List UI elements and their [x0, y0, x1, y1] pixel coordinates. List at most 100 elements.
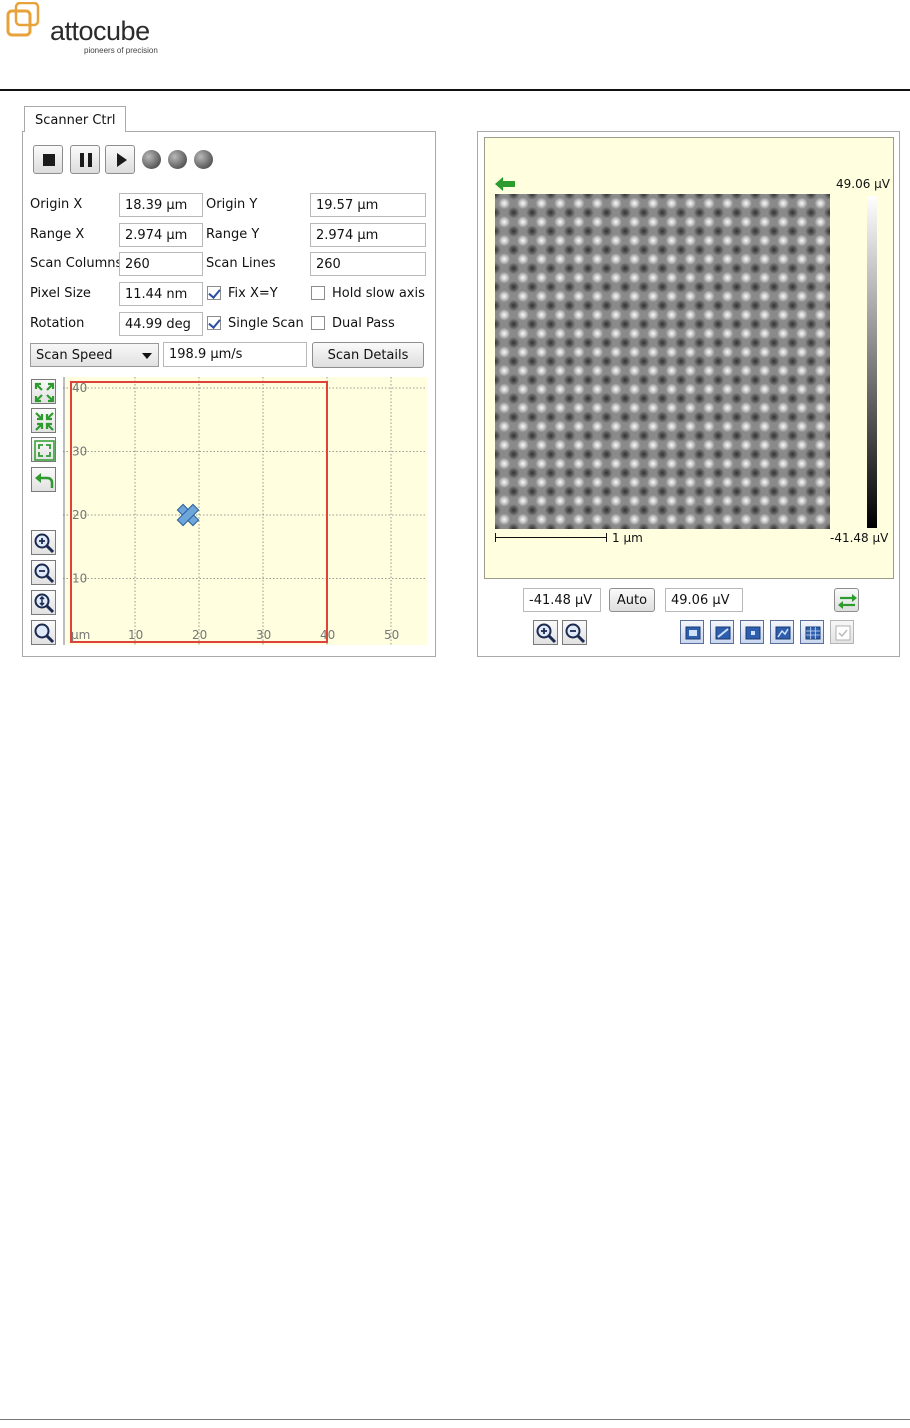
zoom-in-button[interactable] [31, 530, 56, 555]
slope-view-icon [715, 626, 731, 640]
view-mode-slope-button[interactable] [710, 620, 734, 644]
x-tick-label: 50 [384, 628, 399, 642]
x-tick-label: 30 [256, 628, 271, 642]
single-scan-label: Single Scan [228, 316, 304, 331]
swap-direction-button[interactable] [834, 588, 859, 612]
frame-view-icon [685, 626, 701, 640]
magnifier-icon [34, 623, 55, 644]
undo-button[interactable] [31, 467, 56, 492]
colorbar-min-label: -41.48 µV [830, 531, 889, 545]
brand-name: attocube [50, 16, 150, 46]
origin-x-input[interactable]: 18.39 µm [119, 193, 203, 217]
pause-button[interactable] [70, 145, 100, 174]
x-tick-label: 10 [128, 628, 143, 642]
x-tick-label: 20 [192, 628, 207, 642]
y-tick-label: 30 [72, 445, 87, 459]
rotation-input[interactable]: 44.99 deg [119, 312, 203, 336]
zoom-in-icon [34, 533, 55, 554]
brand-tagline: pioneers of precision [84, 46, 158, 55]
colorbar-max-label: 49.06 µV [836, 177, 891, 191]
plot-background [63, 377, 427, 645]
scale-bar [495, 533, 607, 542]
scan-area-plot[interactable]: µm 10 20 30 40 50 10 20 30 40 [63, 377, 427, 645]
scan-columns-input[interactable]: 260 [119, 252, 203, 276]
profile-view-icon [775, 626, 791, 640]
fit-frame-icon [34, 440, 55, 461]
pixel-size-label: Pixel Size [30, 286, 91, 301]
header-divider [0, 89, 910, 91]
view-mode-profile-button[interactable] [770, 620, 794, 644]
view-mode-frame-button[interactable] [680, 620, 704, 644]
tab-scanner-ctrl[interactable]: Scanner Ctrl [24, 106, 126, 132]
plot-unit-label: µm [71, 628, 90, 642]
origin-y-input[interactable]: 19.57 µm [310, 193, 426, 217]
expand-view-button[interactable] [31, 379, 56, 404]
range-x-input[interactable]: 2.974 µm [119, 223, 203, 247]
origin-y-label: Origin Y [206, 197, 258, 212]
single-scan-checkbox[interactable] [207, 316, 221, 330]
footer-divider [0, 1419, 910, 1420]
status-led-3 [194, 150, 213, 169]
y-tick-label: 40 [72, 381, 87, 395]
hold-slow-axis-label: Hold slow axis [332, 286, 425, 301]
range-y-input[interactable]: 2.974 µm [310, 223, 426, 247]
scan-lines-label: Scan Lines [206, 256, 276, 271]
range-min-input[interactable]: -41.48 µV [523, 588, 601, 612]
hold-slow-axis-checkbox[interactable] [311, 286, 325, 300]
fix-xy-checkbox[interactable] [207, 286, 221, 300]
zoom-in-icon [536, 623, 557, 644]
play-button[interactable] [105, 145, 135, 174]
zoom-out-icon [565, 623, 586, 644]
scan-details-button[interactable]: Scan Details [312, 342, 424, 368]
fix-xy-label: Fix X=Y [228, 286, 278, 301]
grid-view-icon [805, 626, 821, 640]
swap-arrows-icon [838, 594, 857, 609]
colorbar [867, 196, 877, 528]
stop-button[interactable] [33, 145, 63, 174]
scan-speed-dropdown[interactable]: Scan Speed [30, 343, 159, 367]
y-tick-label: 10 [72, 572, 87, 586]
collapse-arrows-icon [35, 412, 54, 431]
stop-icon [43, 154, 55, 166]
range-max-input[interactable]: 49.06 µV [665, 588, 743, 612]
zoom-fit-button[interactable] [31, 590, 56, 615]
scan-direction-arrow-icon [495, 177, 515, 191]
view-mode-center-button[interactable] [740, 620, 764, 644]
fit-view-button[interactable] [31, 437, 56, 462]
check-icon [835, 625, 851, 641]
undo-arrow-icon [35, 473, 54, 488]
scan-columns-label: Scan Columns [30, 256, 123, 271]
view-mode-grid-button[interactable] [800, 620, 824, 644]
expand-arrows-icon [34, 382, 55, 403]
dual-pass-label: Dual Pass [332, 316, 395, 331]
image-zoom-in-button[interactable] [533, 620, 558, 645]
status-led-1 [142, 150, 161, 169]
collapse-view-button[interactable] [31, 408, 56, 433]
chevron-down-icon [142, 353, 152, 359]
range-x-label: Range X [30, 227, 85, 242]
scan-lines-input[interactable]: 260 [310, 252, 426, 276]
x-tick-label: 40 [320, 628, 335, 642]
image-zoom-out-button[interactable] [562, 620, 587, 645]
apply-checkbox-button[interactable] [830, 620, 854, 644]
scan-speed-input[interactable]: 198.9 µm/s [163, 342, 307, 367]
status-led-2 [168, 150, 187, 169]
y-tick-label: 20 [72, 508, 87, 522]
rotation-label: Rotation [30, 316, 85, 331]
attocube-logo: attocube pioneers of precision [6, 2, 196, 62]
play-icon [117, 153, 127, 167]
pause-icon [80, 153, 92, 167]
zoom-out-button[interactable] [31, 560, 56, 585]
scale-bar-label: 1 µm [612, 531, 643, 545]
center-view-icon [745, 626, 761, 640]
range-y-label: Range Y [206, 227, 260, 242]
scan-image[interactable] [495, 194, 830, 529]
pixel-size-input[interactable]: 11.44 nm [119, 282, 203, 306]
logo-mark-icon [6, 2, 40, 37]
zoom-reset-button[interactable] [31, 620, 56, 645]
zoom-out-icon [34, 563, 55, 584]
auto-range-button[interactable]: Auto [609, 588, 655, 612]
scan-speed-selected: Scan Speed [36, 348, 113, 363]
dual-pass-checkbox[interactable] [311, 316, 325, 330]
origin-x-label: Origin X [30, 197, 83, 212]
